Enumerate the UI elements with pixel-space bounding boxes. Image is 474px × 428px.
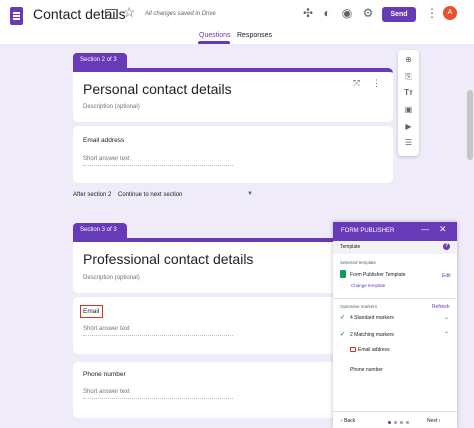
tab-responses[interactable]: Responses bbox=[237, 32, 272, 39]
answer-placeholder: Short answer text bbox=[83, 156, 233, 166]
marker-item: Phone number bbox=[350, 367, 383, 373]
template-name: Form Publisher Template bbox=[350, 272, 406, 278]
divider bbox=[333, 411, 457, 412]
back-label: Back bbox=[344, 418, 356, 424]
scrollbar-thumb[interactable] bbox=[467, 90, 473, 160]
edit-template-link[interactable]: Edit bbox=[442, 273, 451, 279]
section-tag: Section 2 of 3 bbox=[73, 53, 127, 68]
question-label[interactable]: Phone number bbox=[83, 371, 126, 378]
operative-markers-label: Operative markers bbox=[340, 304, 378, 309]
folder-icon[interactable] bbox=[105, 9, 118, 19]
after-section-select[interactable]: Continue to next section bbox=[118, 192, 182, 198]
add-section-icon[interactable]: ☰ bbox=[398, 138, 419, 147]
add-title-icon[interactable]: Tт bbox=[398, 88, 419, 97]
help-icon[interactable]: ? bbox=[443, 243, 450, 250]
question-label[interactable]: Email bbox=[83, 308, 99, 315]
active-tab-indicator bbox=[198, 41, 230, 44]
marker-tag-icon bbox=[350, 347, 356, 352]
check-icon: ✓ bbox=[340, 315, 346, 321]
section-title[interactable]: Professional contact details bbox=[83, 251, 253, 267]
settings-icon[interactable]: ⚙ bbox=[361, 6, 375, 20]
divider bbox=[333, 298, 457, 299]
close-icon[interactable]: ✕ bbox=[439, 224, 447, 235]
change-template-link[interactable]: Change template bbox=[351, 283, 385, 288]
page-dot[interactable] bbox=[406, 421, 409, 424]
palette-icon[interactable]: ◐ bbox=[320, 6, 334, 20]
form-publisher-panel: FORM PUBLISHER — ✕ Template ? Selected t… bbox=[333, 222, 457, 428]
send-button[interactable]: Send bbox=[382, 7, 416, 22]
tab-questions[interactable]: Questions bbox=[199, 32, 231, 39]
app-header: Contact details ☆ All changes saved in D… bbox=[0, 0, 474, 44]
page-dot[interactable] bbox=[400, 421, 403, 424]
caret-down-icon[interactable]: ▼ bbox=[247, 191, 253, 197]
sheets-icon bbox=[340, 270, 346, 278]
add-question-icon[interactable]: ⊕ bbox=[398, 55, 419, 64]
answer-placeholder: Short answer text bbox=[83, 326, 233, 336]
answer-placeholder: Short answer text bbox=[83, 389, 233, 399]
panel-title: FORM PUBLISHER bbox=[341, 228, 395, 234]
save-status: All changes saved in Drive bbox=[145, 11, 216, 17]
page-dot[interactable] bbox=[388, 421, 391, 424]
matching-markers-toggle[interactable]: 2 Matching markers bbox=[350, 332, 394, 338]
after-section-label: After section 2 bbox=[73, 192, 112, 198]
next-label: Next bbox=[427, 418, 438, 424]
add-video-icon[interactable]: ▶ bbox=[398, 122, 419, 131]
question-toolbar: ⊕ ⎘ Tт ▣ ▶ ☰ bbox=[398, 50, 419, 156]
chevron-up-icon[interactable]: ⌃ bbox=[444, 331, 449, 338]
section-header-card[interactable]: Personal contact details Description (op… bbox=[73, 68, 393, 122]
star-icon[interactable]: ☆ bbox=[123, 4, 136, 21]
section-title[interactable]: Personal contact details bbox=[83, 81, 232, 97]
avatar[interactable]: A bbox=[443, 6, 457, 20]
chevron-down-icon[interactable]: ⌄ bbox=[444, 314, 449, 321]
back-button[interactable]: ‹ Back bbox=[341, 418, 355, 424]
panel-tab-template[interactable]: Template bbox=[340, 244, 360, 250]
import-questions-icon[interactable]: ⎘ bbox=[398, 72, 419, 82]
forms-logo-icon bbox=[10, 7, 23, 25]
check-icon: ✓ bbox=[340, 332, 346, 338]
minimize-icon[interactable]: — bbox=[421, 225, 429, 234]
preview-icon[interactable]: ◉ bbox=[340, 6, 354, 20]
next-button[interactable]: Next › bbox=[427, 418, 440, 424]
selected-template-label: Selected template bbox=[340, 260, 377, 265]
marker-item: Email address bbox=[358, 347, 390, 353]
collapse-icon[interactable]: ⤧ bbox=[353, 78, 360, 89]
add-image-icon[interactable]: ▣ bbox=[398, 105, 419, 114]
refresh-link[interactable]: Refresh bbox=[432, 304, 450, 310]
question-label[interactable]: Email address bbox=[83, 137, 124, 144]
standard-markers-toggle[interactable]: 4 Standard markers bbox=[350, 315, 394, 321]
question-card[interactable]: Email address Short answer text bbox=[73, 126, 393, 183]
addon-icon[interactable]: ✣ bbox=[301, 6, 315, 20]
section-description[interactable]: Description (optional) bbox=[83, 275, 140, 281]
section-description[interactable]: Description (optional) bbox=[83, 104, 140, 110]
page-dot[interactable] bbox=[394, 421, 397, 424]
more-icon[interactable]: ⋮ bbox=[426, 6, 438, 20]
more-icon[interactable]: ⋮ bbox=[372, 78, 381, 89]
section-tag: Section 3 of 3 bbox=[73, 223, 127, 238]
